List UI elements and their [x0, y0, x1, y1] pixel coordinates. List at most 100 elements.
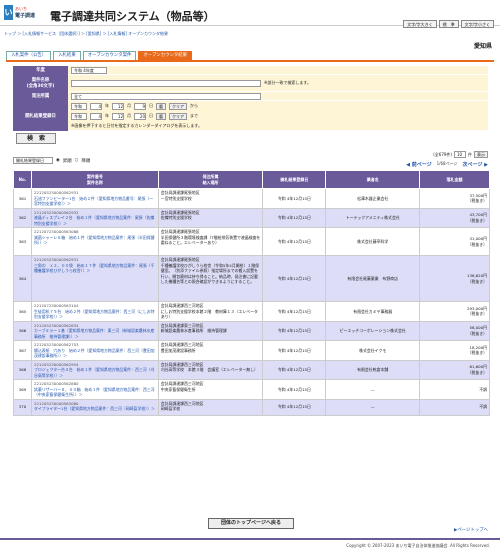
year-label: 年度 [13, 65, 68, 75]
per-page-select[interactable]: 10 [454, 151, 466, 158]
breadcrumb[interactable]: トップ ＞ [入札情報サービス（団体選択）] ＞ [愛知県] ＞ [入札情報] … [4, 31, 168, 37]
row-date: 令和 4年12月15日 [262, 320, 327, 341]
to-era-select[interactable]: 令和 [71, 112, 87, 120]
date-label: 開札結果登録日 [13, 100, 68, 131]
font-large-button[interactable]: 文字/字大きく [403, 20, 437, 28]
system-title: 電子調達共同システム（物品等） [50, 10, 215, 23]
case-name-input[interactable] [71, 79, 261, 87]
footer: Copyright © 2007-2023 あいち電子自治体推進協議会. All… [0, 538, 500, 549]
row-dept: 会計局調達課西三河地区 岡崎盲学校 [157, 398, 264, 416]
case-name-link[interactable]: 液晶ディスプレイ２台 始め１件（愛知県地方物品案件：尾張（佐織特別支援学校））＞ [34, 215, 156, 226]
row-no: 365 [13, 301, 32, 322]
display-button[interactable]: 表示 [474, 151, 488, 158]
row-dept: 会計局調達課尾張地区 半田保健所３階環境検査課（T階給排気装置で液晶検査を委ねる… [157, 227, 264, 256]
row-dept: 会計局調達課東三河地区 新城設楽農林水産事務所 維持管理課 [157, 320, 264, 341]
results-table: No. 案件番号 案件名称 発注所属 納入場所 開札結果登録日 業者名 落札金額… [13, 170, 490, 416]
row-date: 令和 4年12月15日 [262, 255, 327, 302]
search-button[interactable]: 検 索 [16, 133, 56, 144]
row-vendor: — [325, 398, 421, 416]
table-row: 367 221205230000562753 綴込表紙 穴あり 始め２件（愛知県地方… [13, 340, 490, 361]
tab-open-counter-results[interactable]: オープンカウンタ結果 [138, 51, 193, 60]
radio-desc-icon[interactable]: ○ [75, 158, 79, 163]
case-name-link[interactable]: プロジェクター台４台 始め１件（愛知県地方物品案件：西三河（刈谷高等学校））＞ [34, 367, 156, 378]
asc-label: 昇順 [62, 158, 72, 164]
from-year-input[interactable]: 4 [90, 102, 102, 110]
col-vendor: 業者名 [325, 170, 421, 189]
tab-bid-results[interactable]: 入札結果 [53, 51, 81, 60]
case-name-link[interactable]: カーブミラー１基（愛知県地方物品案件：東三河（新城設楽農林水産事務所 維持管理課… [34, 328, 156, 339]
row-amount: 293,000円 （税抜き） [419, 301, 490, 322]
col-amount: 落札金額 [419, 170, 490, 189]
case-name-note: ※部分一致で検索します。 [264, 80, 311, 85]
case-name-link[interactable]: 綴込表紙 穴あり 始め２件（愛知県地方物品案件：西三河（豊田加茂建設事務所））＞ [34, 348, 156, 359]
next-page-link[interactable]: 次ページ ▶ [463, 161, 489, 168]
row-case: 221205230000562880 試薬リザーバー８、００箱 始め１件（愛知県地… [30, 379, 159, 400]
from-clear-button[interactable]: クリア [169, 102, 187, 110]
row-no: 368 [13, 359, 32, 380]
radio-asc-icon[interactable]: ◉ [56, 158, 60, 163]
row-vendor: 株式会社藤亭科学 [325, 227, 421, 256]
case-name-link[interactable]: タイプライター1台（愛知県地方物品案件：西三河（岡崎盲学校））＞ [34, 406, 156, 412]
tab-bid-notice[interactable]: 入札案件（公告） [6, 51, 52, 60]
sort-controls: 開札結果登録日 ◉ 昇順 ○ 降順 [13, 157, 90, 164]
row-date: 令和 4年12月15日 [262, 379, 327, 400]
sort-select[interactable]: 開札結果登録日 [13, 157, 53, 164]
to-day-input[interactable]: 20 [134, 112, 146, 120]
department-select[interactable]: 全て [71, 92, 261, 100]
case-name-label: 案件名称 (全角30文字) [13, 74, 68, 92]
page-top-link[interactable]: ▶ページトップへ [454, 527, 488, 533]
row-no: 364 [13, 255, 32, 302]
row-case: 221207230000563104 生徒用机７５台 始め２件（愛知県地方物品案件… [30, 301, 159, 322]
case-name-link[interactable]: 試薬リザーバー８、００箱 始め１件（愛知県地方物品案件：西三河（中央家畜保健衛生… [34, 387, 156, 398]
tab-bar: 入札案件（公告） 入札結果 オープンカウンタ案件 オープンカウンタ結果 [6, 51, 193, 60]
row-case: 221205230000562753 綴込表紙 穴あり 始め２件（愛知県地方物品案… [30, 340, 159, 361]
row-date: 令和 4年12月15日 [262, 359, 327, 380]
prev-page-link[interactable]: ◀ 前ページ [406, 161, 432, 168]
tab-open-counter-cases[interactable]: オープンカウンタ案件 [82, 51, 137, 60]
row-no: 362 [13, 207, 32, 228]
to-calendar-icon[interactable]: 曆 [156, 112, 166, 120]
date-from-row: 令和 4年 12 月 9日 曆 クリア から [68, 102, 205, 111]
to-year-input[interactable]: 4 [90, 112, 102, 120]
row-amount: 58,000円 （税抜き） [419, 320, 490, 341]
row-date: 令和 4年12月15日 [262, 227, 327, 256]
row-date: 令和 4年12月15日 [262, 398, 327, 416]
row-dept: 会計局調達課尾張地区 千種養護学校ひがしうら校舎（令和5年4月開校）１階保健室。… [157, 255, 264, 302]
result-count: (全679件) 10 件 表示 [433, 151, 488, 158]
row-vendor: 有限会社尾藤薬業 布野商店 [325, 255, 421, 302]
from-day-input[interactable]: 9 [134, 102, 146, 110]
row-vendor: ピーエッチコーポレーション株式会社 [325, 320, 421, 341]
case-name-link[interactable]: 三角巾 ｘ２、００袋 始め１７件（愛知県地方物品案件：尾張（千種養護学校ひがしう… [34, 263, 156, 274]
year-select[interactable]: 令和 4年度 [71, 66, 107, 74]
to-month-input[interactable]: 12 [112, 112, 124, 120]
date-to-row: 令和 4年 12 月 20 日 曆 クリア まで [68, 112, 205, 121]
case-name-link[interactable]: 生徒用机７５台 始め２件（愛知県地方物品案件：西三河（にしお特別支援学校））＞ [34, 309, 156, 320]
row-no: 361 [13, 188, 32, 209]
row-amount: 31,000円 （税抜き） [419, 227, 490, 256]
to-clear-button[interactable]: クリア [169, 112, 187, 120]
row-no: 369 [13, 379, 32, 400]
from-calendar-icon[interactable]: 曆 [156, 102, 166, 110]
col-no: No. [13, 170, 32, 189]
font-small-button[interactable]: 文字/字小さく [460, 20, 494, 28]
prefecture-label: 愛知県 [473, 43, 492, 50]
row-dept: 会計局調達課西三河地区 豊田加茂建設事務所 [157, 340, 264, 361]
back-to-top-button[interactable]: 団体のトップページへ戻る [208, 518, 294, 529]
table-row: 370 221205230000563080 タイプライター1台（愛知県地方物品案件… [13, 398, 490, 416]
logo-text-bottom: 電子調達 [15, 13, 36, 19]
case-name-link[interactable]: 石油ファンヒーター1台 始め２件（愛知県地方物品番号：尾張（一宮特別支援学校））… [34, 196, 156, 207]
row-no: 363 [13, 227, 32, 256]
row-amount: 136,620円 （税抜き） [419, 255, 490, 302]
tab-underline [6, 60, 494, 62]
table-row: 364 221205230000562931 三角巾 ｘ２、００袋 始め１７件（愛知… [13, 255, 490, 302]
case-name-link[interactable]: 滅菌シャーレ６箱 始め１件（愛知県地方物品案件：尾張（半田保健所））＞ [34, 235, 156, 246]
row-case: 221205230000563080 タイプライター1台（愛知県地方物品案件：西三… [30, 398, 159, 416]
table-row: 362 221205230000562932 液晶ディスプレイ２台 始め１件（愛知県… [13, 207, 490, 228]
row-date: 令和 4年12月15日 [262, 207, 327, 228]
from-era-select[interactable]: 令和 [71, 102, 87, 110]
row-case: 221205230000562954 プロジェクター台４台 始め１件（愛知県地方物… [30, 359, 159, 380]
font-standard-button[interactable]: 標 準 [438, 20, 459, 28]
logo-mark: い [4, 5, 13, 20]
from-month-input[interactable]: 12 [112, 102, 124, 110]
page-indicator: 1/68ページ [436, 161, 458, 166]
